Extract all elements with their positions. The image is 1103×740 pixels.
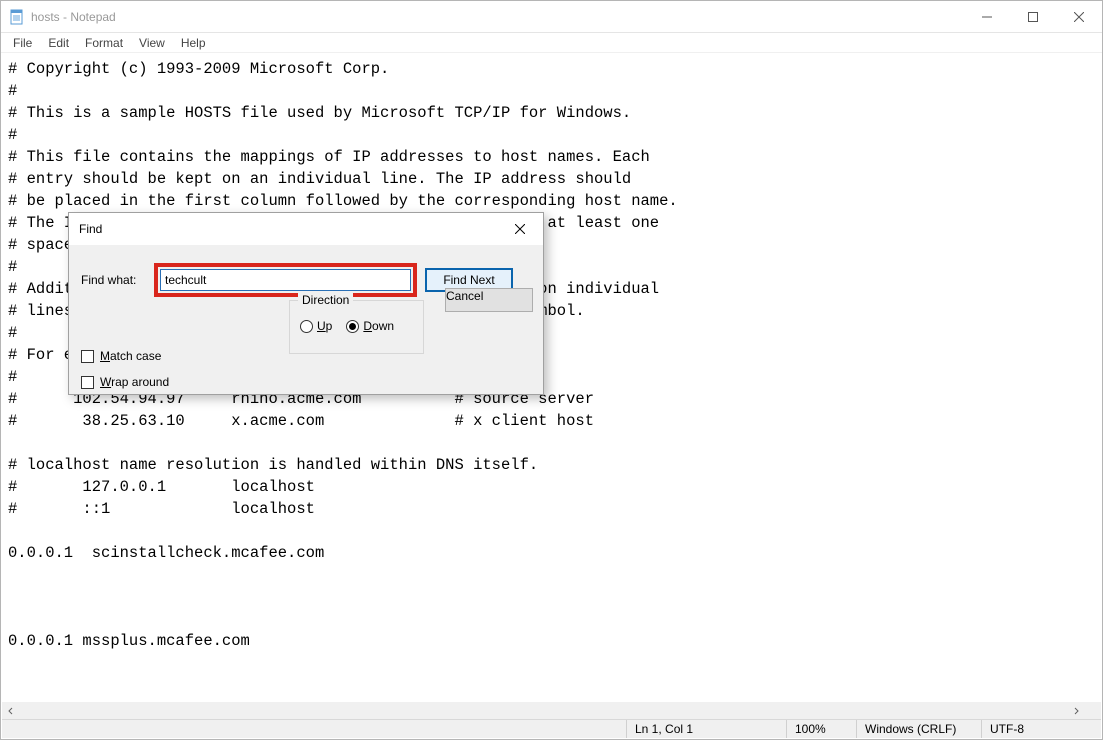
- status-blank: [2, 720, 626, 738]
- status-position: Ln 1, Col 1: [626, 720, 786, 738]
- direction-up-label: Up: [317, 319, 332, 333]
- radio-icon: [300, 320, 313, 333]
- statusbar: Ln 1, Col 1 100% Windows (CRLF) UTF-8: [2, 719, 1101, 738]
- checkbox-icon[interactable]: [81, 376, 94, 389]
- find-what-input[interactable]: [160, 269, 411, 291]
- window-controls: [964, 1, 1102, 33]
- scroll-left-icon[interactable]: [2, 702, 19, 719]
- menu-edit[interactable]: Edit: [40, 34, 77, 52]
- menu-format[interactable]: Format: [77, 34, 131, 52]
- find-dialog: Find Find what: Find Next Cancel Directi…: [68, 212, 544, 395]
- horizontal-scrollbar[interactable]: [2, 702, 1084, 719]
- menu-view[interactable]: View: [131, 34, 173, 52]
- checkbox-icon[interactable]: [81, 350, 94, 363]
- direction-down-label: Down: [363, 319, 394, 333]
- direction-up-option[interactable]: Up: [300, 319, 332, 333]
- find-input-highlight: [154, 263, 417, 297]
- direction-group: Direction Up Down: [289, 300, 424, 354]
- direction-down-option[interactable]: Down: [346, 319, 394, 333]
- find-dialog-title: Find: [79, 222, 499, 236]
- status-zoom: 100%: [786, 720, 856, 738]
- window-title: hosts - Notepad: [31, 10, 116, 24]
- menu-help[interactable]: Help: [173, 34, 214, 52]
- match-case-label[interactable]: Match case: [100, 349, 161, 363]
- minimize-button[interactable]: [964, 1, 1010, 33]
- menu-file[interactable]: File: [5, 34, 40, 52]
- status-encoding: UTF-8: [981, 720, 1101, 738]
- scrollbar-track[interactable]: [19, 702, 1067, 719]
- scroll-right-icon[interactable]: [1067, 702, 1084, 719]
- find-what-label: Find what:: [79, 273, 154, 287]
- status-line-ending: Windows (CRLF): [856, 720, 981, 738]
- find-dialog-titlebar[interactable]: Find: [69, 213, 543, 245]
- radio-checked-icon: [346, 320, 359, 333]
- close-button[interactable]: [1056, 1, 1102, 33]
- wrap-around-label[interactable]: Wrap around: [100, 375, 169, 389]
- scrollbar-corner: [1084, 702, 1101, 719]
- maximize-button[interactable]: [1010, 1, 1056, 33]
- titlebar: hosts - Notepad: [1, 1, 1102, 33]
- notepad-icon: [9, 9, 25, 25]
- direction-label: Direction: [298, 293, 353, 307]
- menubar: File Edit Format View Help: [1, 33, 1102, 53]
- find-dialog-close-button[interactable]: [499, 215, 541, 243]
- cancel-button[interactable]: Cancel: [445, 288, 533, 312]
